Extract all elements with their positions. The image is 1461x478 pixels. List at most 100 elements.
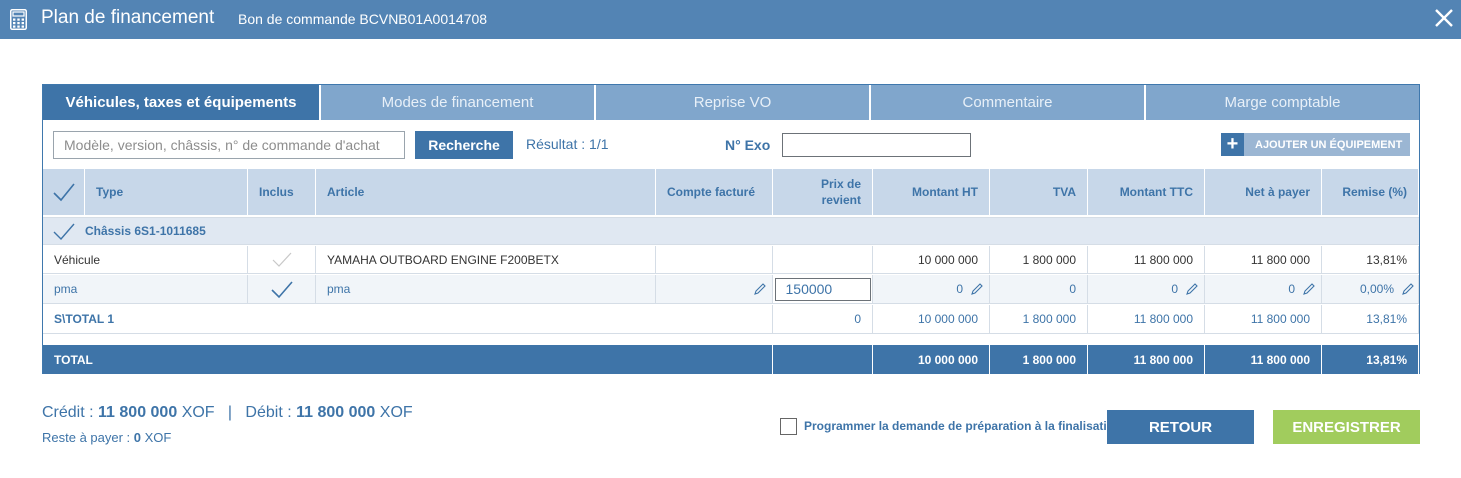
row-compte <box>656 246 773 273</box>
select-all-checkbox[interactable] <box>43 169 85 215</box>
col-net-payer[interactable]: Net à payer <box>1205 169 1322 215</box>
row-tva: 0 <box>990 275 1088 303</box>
row-remise: 13,81% <box>1322 246 1419 273</box>
subtotal-montant-ttc: 11 800 000 <box>1088 305 1205 333</box>
save-button[interactable]: ENREGISTRER <box>1273 410 1420 444</box>
total-montant-ttc: 11 800 000 <box>1088 345 1205 374</box>
pencil-icon[interactable] <box>1185 282 1199 296</box>
total-remise: 13,81% <box>1322 345 1419 374</box>
col-prix-line1: Prix de <box>820 177 861 191</box>
tab-reprise-vo[interactable]: Reprise VO <box>594 85 869 120</box>
tab-bar: Véhicules, taxes et équipements Modes de… <box>43 85 1419 120</box>
row-montant-ht: 10 000 000 <box>873 246 990 273</box>
pencil-icon[interactable] <box>1401 282 1415 296</box>
col-tva[interactable]: TVA <box>990 169 1088 215</box>
col-montant-ttc[interactable]: Montant TTC <box>1088 169 1205 215</box>
subtotal-montant-ht: 10 000 000 <box>873 305 990 333</box>
col-article[interactable]: Article <box>316 169 656 215</box>
subtotal-remise: 13,81% <box>1322 305 1419 333</box>
total-montant-ht: 10 000 000 <box>873 345 990 374</box>
tab-marge-comptable[interactable]: Marge comptable <box>1144 85 1419 120</box>
credit-value: 11 800 000 <box>98 404 178 421</box>
row-compte[interactable] <box>656 275 773 303</box>
close-icon[interactable] <box>1433 7 1455 29</box>
col-compte[interactable]: Compte facturé <box>656 169 773 215</box>
subtotal-net-payer: 11 800 000 <box>1205 305 1322 333</box>
preparation-checkbox[interactable] <box>780 418 797 435</box>
subtotal-row: S\TOTAL 1 0 10 000 000 1 800 000 11 800 … <box>43 305 1419 334</box>
total-tva: 1 800 000 <box>990 345 1088 374</box>
subtotal-label: S\TOTAL 1 <box>43 305 773 333</box>
total-prix <box>773 345 873 374</box>
chassis-group-row[interactable]: Châssis 6S1-1011685 <box>43 217 1419 245</box>
col-remise[interactable]: Remise (%) <box>1322 169 1419 215</box>
tab-vehicules[interactable]: Véhicules, taxes et équipements <box>43 85 319 120</box>
tab-modes-financement[interactable]: Modes de financement <box>319 85 594 120</box>
row-montant-ht[interactable]: 0 <box>873 275 990 303</box>
table-row[interactable]: pma pma 0 0 0 0 <box>43 275 1419 304</box>
col-montant-ht[interactable]: Montant HT <box>873 169 990 215</box>
total-label: TOTAL <box>43 345 773 374</box>
retour-button[interactable]: RETOUR <box>1107 410 1254 444</box>
prix-revient-input[interactable] <box>774 277 871 301</box>
title-bar: Plan de financement Bon de commande BCVN… <box>0 0 1461 39</box>
table-row[interactable]: Véhicule YAMAHA OUTBOARD ENGINE F200BETX… <box>43 246 1419 274</box>
rest-currency: XOF <box>144 430 172 445</box>
rest-value: 0 <box>133 430 142 445</box>
tab-commentaire[interactable]: Commentaire <box>869 85 1144 120</box>
row-net-payer: 11 800 000 <box>1205 246 1322 273</box>
row-net-payer[interactable]: 0 <box>1205 275 1322 303</box>
plus-icon: + <box>1221 133 1244 156</box>
pencil-icon[interactable] <box>1302 282 1316 296</box>
row-montant-ttc[interactable]: 0 <box>1088 275 1205 303</box>
subtotal-prix: 0 <box>773 305 873 333</box>
order-number: Bon de commande BCVNB01A0014708 <box>238 11 488 27</box>
col-prix-line2: revient <box>821 193 861 207</box>
table-header: Type Inclus Article Compte facturé Prix … <box>43 169 1419 215</box>
result-count: Résultat : 1/1 <box>526 136 609 152</box>
chassis-label: Châssis 6S1-1011685 <box>85 224 206 238</box>
calculator-icon <box>10 9 27 30</box>
search-input[interactable] <box>53 131 405 159</box>
row-type: pma <box>43 275 248 303</box>
financing-panel: Véhicules, taxes et équipements Modes de… <box>42 84 1420 374</box>
debit-value: 11 800 000 <box>296 404 376 421</box>
exo-input[interactable] <box>782 133 971 157</box>
row-montant-ttc-value: 0 <box>1171 282 1178 296</box>
add-equipment-label: AJOUTER UN ÉQUIPEMENT <box>1255 138 1403 151</box>
row-net-payer-value: 0 <box>1288 282 1295 296</box>
col-type[interactable]: Type <box>85 169 248 215</box>
total-row: TOTAL 10 000 000 1 800 000 11 800 000 11… <box>43 345 1419 374</box>
row-type: Véhicule <box>43 246 248 273</box>
pencil-icon[interactable] <box>753 282 767 296</box>
chassis-checkbox[interactable] <box>43 218 85 244</box>
row-tva: 1 800 000 <box>990 246 1088 273</box>
preparation-checkbox-label[interactable]: Programmer la demande de préparation à l… <box>804 419 1121 433</box>
summary-separator: | <box>227 404 233 421</box>
pencil-icon[interactable] <box>970 282 984 296</box>
window-title: Plan de financement <box>41 7 215 28</box>
row-montant-ht-value: 0 <box>956 282 963 296</box>
credit-debit-summary: Crédit : 11 800 000 XOF | Débit : 11 800… <box>42 404 413 422</box>
row-inclus-checkbox[interactable] <box>248 275 316 303</box>
rest-label: Reste à payer : <box>42 430 131 445</box>
check-icon <box>272 252 291 267</box>
search-button[interactable]: Recherche <box>415 131 513 159</box>
row-article: YAMAHA OUTBOARD ENGINE F200BETX <box>316 246 656 273</box>
row-prix[interactable] <box>773 275 873 303</box>
row-article: pma <box>316 275 656 303</box>
col-inclus[interactable]: Inclus <box>248 169 316 215</box>
row-prix <box>773 246 873 273</box>
add-equipment-button[interactable]: + AJOUTER UN ÉQUIPEMENT <box>1221 133 1410 156</box>
row-inclus-checkbox[interactable] <box>248 246 316 273</box>
check-icon <box>270 280 293 298</box>
col-prix[interactable]: Prix de revient <box>773 169 873 215</box>
row-remise-value: 0,00% <box>1359 282 1394 296</box>
check-icon <box>52 183 75 202</box>
total-net-payer: 11 800 000 <box>1205 345 1322 374</box>
check-icon <box>53 223 75 240</box>
credit-currency: XOF <box>181 404 215 421</box>
credit-label: Crédit : <box>42 404 94 421</box>
exo-label: N° Exo <box>725 137 771 153</box>
row-remise[interactable]: 0,00% <box>1322 275 1419 303</box>
